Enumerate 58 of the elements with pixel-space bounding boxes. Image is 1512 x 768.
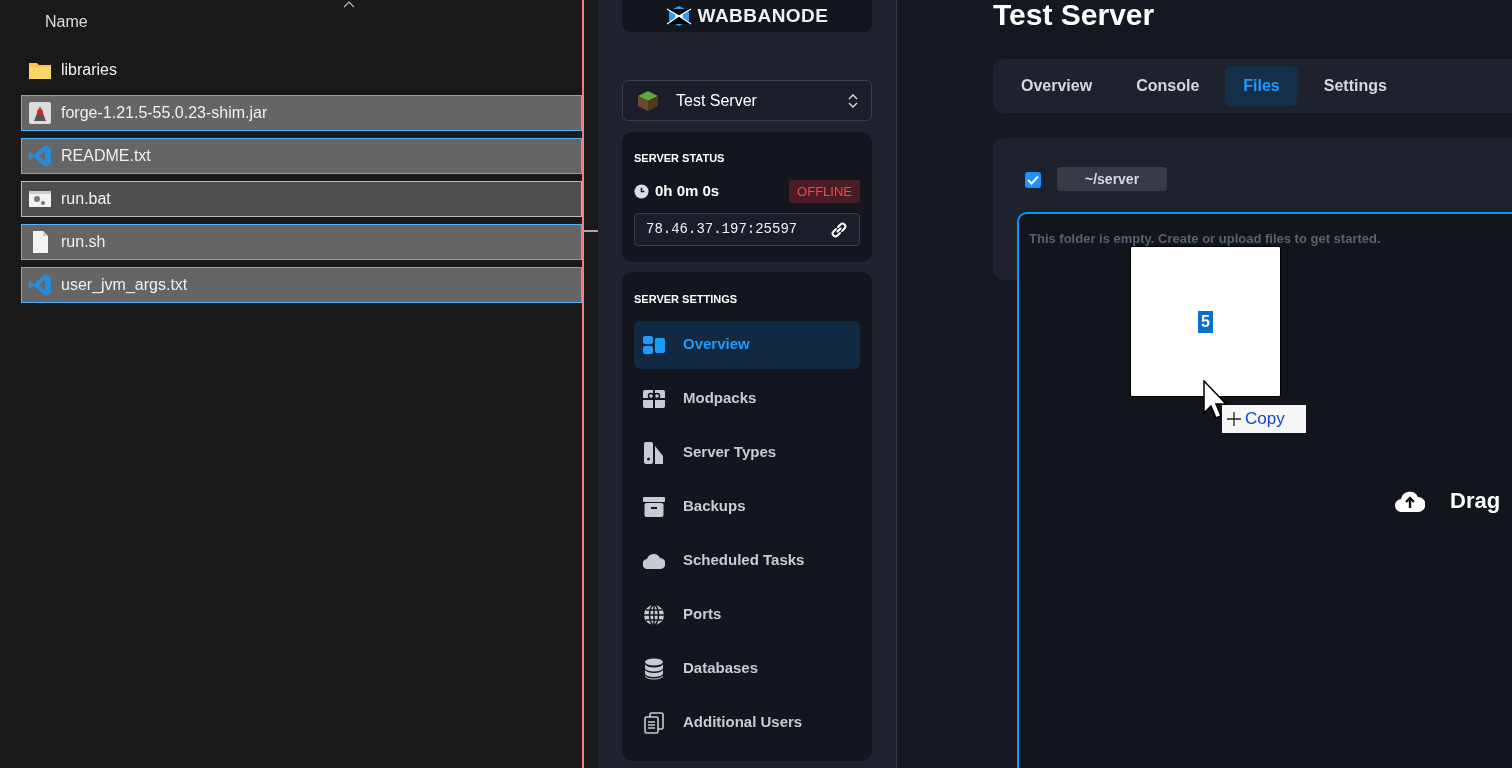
file-name: forge-1.21.5-55.0.23-shim.jar [61, 103, 268, 123]
file-row[interactable]: forge-1.21.5-55.0.23-shim.jar [21, 95, 582, 131]
nav-item[interactable]: Modpacks [634, 374, 860, 423]
sort-caret-icon [343, 0, 355, 8]
nav-item[interactable]: Additional Users [634, 698, 860, 747]
page-title: Test Server [993, 0, 1156, 33]
file-name: run.bat [61, 189, 111, 209]
chevron-up-down-icon [848, 92, 858, 109]
nav-item[interactable]: Server Types [634, 428, 860, 477]
tab[interactable]: Settings [1305, 66, 1405, 106]
empty-message: This folder is empty. Create or upload files to get started. [1029, 231, 1381, 246]
file-row[interactable]: run.bat [21, 181, 582, 217]
cloud-upload-icon [1395, 489, 1425, 512]
item-count-badge: 5 [1198, 310, 1213, 333]
check-icon [1027, 175, 1039, 185]
clock-icon [634, 183, 649, 199]
cloud-icon [643, 552, 665, 569]
section-heading: SERVER SETTINGS [634, 292, 739, 307]
logo-text: WABBANODE [697, 3, 829, 28]
tab[interactable]: Console [1118, 66, 1218, 106]
nav-item[interactable]: Overview [634, 320, 860, 369]
nav-item[interactable]: Scheduled Tasks [634, 536, 860, 585]
folder-icon [28, 60, 52, 80]
nav-item[interactable]: Databases [634, 644, 860, 693]
status-badge: OFFLINE [789, 179, 860, 203]
globe-icon [643, 603, 665, 626]
server-picker[interactable]: Test Server [622, 80, 872, 121]
file-row[interactable]: user_jvm_args.txt [21, 267, 582, 303]
dashboard-icon [643, 334, 665, 355]
logo-card[interactable]: WABBANODE [622, 0, 872, 32]
file-name: user_jvm_args.txt [61, 275, 188, 295]
file-name: run.sh [61, 232, 106, 252]
drop-label: Drag [1450, 487, 1501, 515]
uptime-text: 0h 0m 0s [655, 181, 721, 201]
file-name: README.txt [61, 146, 151, 166]
nav-item[interactable]: Ports [634, 590, 860, 639]
grass-block-icon [636, 88, 660, 113]
file-row[interactable]: run.sh [21, 224, 582, 260]
document-icon [30, 230, 50, 254]
tab[interactable]: Files [1225, 66, 1298, 106]
copy-tooltip: Copy [1222, 405, 1306, 433]
path-breadcrumb[interactable]: ~/server [1057, 167, 1168, 191]
clipboards-icon [644, 711, 664, 734]
code-editor-icon [28, 273, 52, 297]
column-header[interactable]: Name [45, 13, 88, 30]
nav-item[interactable]: Backups [634, 482, 860, 531]
code-editor-icon [28, 144, 52, 168]
section-heading: SERVER STATUS [634, 151, 726, 166]
plus-icon [1227, 412, 1241, 426]
link-icon [830, 220, 848, 239]
file-row[interactable]: libraries [21, 52, 582, 88]
database-icon [644, 657, 664, 680]
select-all-checkbox[interactable] [1025, 172, 1041, 188]
tab[interactable]: Overview [1003, 66, 1111, 106]
file-row[interactable]: README.txt [21, 138, 582, 174]
file-name: libraries [61, 60, 117, 80]
address-copy-field[interactable]: 78.46.37.197:25597 [634, 213, 860, 246]
archive-box-icon [643, 496, 665, 517]
